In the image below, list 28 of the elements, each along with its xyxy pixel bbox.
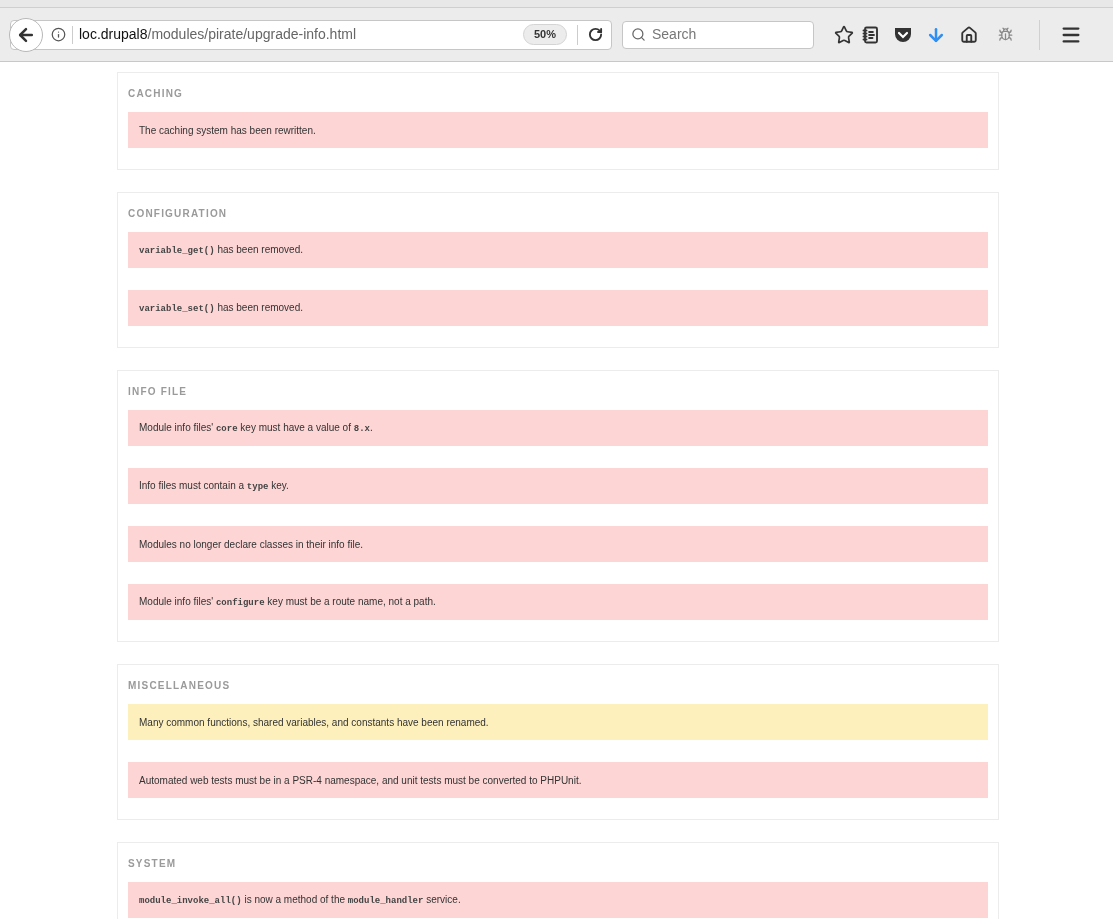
- search-field[interactable]: Search: [622, 20, 814, 49]
- bookmark-star-icon[interactable]: [834, 24, 854, 45]
- message-text: Info files must contain a type key.: [139, 478, 289, 494]
- message-text: Many common functions, shared variables, and constants have been renamed.: [139, 715, 489, 730]
- back-button[interactable]: [9, 17, 43, 52]
- section-title: CACHING: [128, 87, 185, 101]
- message-text: module_invoke_all() is now a method of the module_handler service.: [139, 892, 461, 908]
- section-title: CONFIGURATION: [128, 207, 229, 221]
- address-field[interactable]: loc.drupal8/modules/pirate/upgrade-info.html 50%: [10, 19, 612, 50]
- notebook-icon[interactable]: [862, 25, 880, 44]
- section-title: MISCELLANEOUS: [128, 679, 232, 693]
- url-text: loc.drupal8/modules/pirate/upgrade-info.html: [79, 25, 357, 44]
- message-text: variable_get() has been removed.: [139, 242, 303, 258]
- message-text: The caching system has been rewritten.: [139, 123, 316, 138]
- message-text: Modules no longer declare classes in their info file.: [139, 537, 363, 552]
- message-text: variable_set() has been removed.: [139, 300, 303, 316]
- reload-icon[interactable]: [588, 27, 603, 42]
- section-title: SYSTEM: [128, 857, 178, 871]
- zoom-level[interactable]: 50%: [522, 24, 567, 45]
- pocket-icon[interactable]: [894, 26, 912, 43]
- message-text: Automated web tests must be in a PSR-4 namespace, and unit tests must be converted to PHPUnit.: [139, 773, 582, 788]
- info-icon[interactable]: [51, 27, 66, 42]
- message-text: Module info files' configure key must be a route name, not a path.: [139, 594, 436, 610]
- section-title: INFO FILE: [128, 385, 189, 399]
- search-input[interactable]: Search: [652, 24, 805, 45]
- search-icon: [631, 27, 646, 42]
- home-icon[interactable]: [960, 25, 978, 44]
- bug-icon[interactable]: [998, 27, 1013, 42]
